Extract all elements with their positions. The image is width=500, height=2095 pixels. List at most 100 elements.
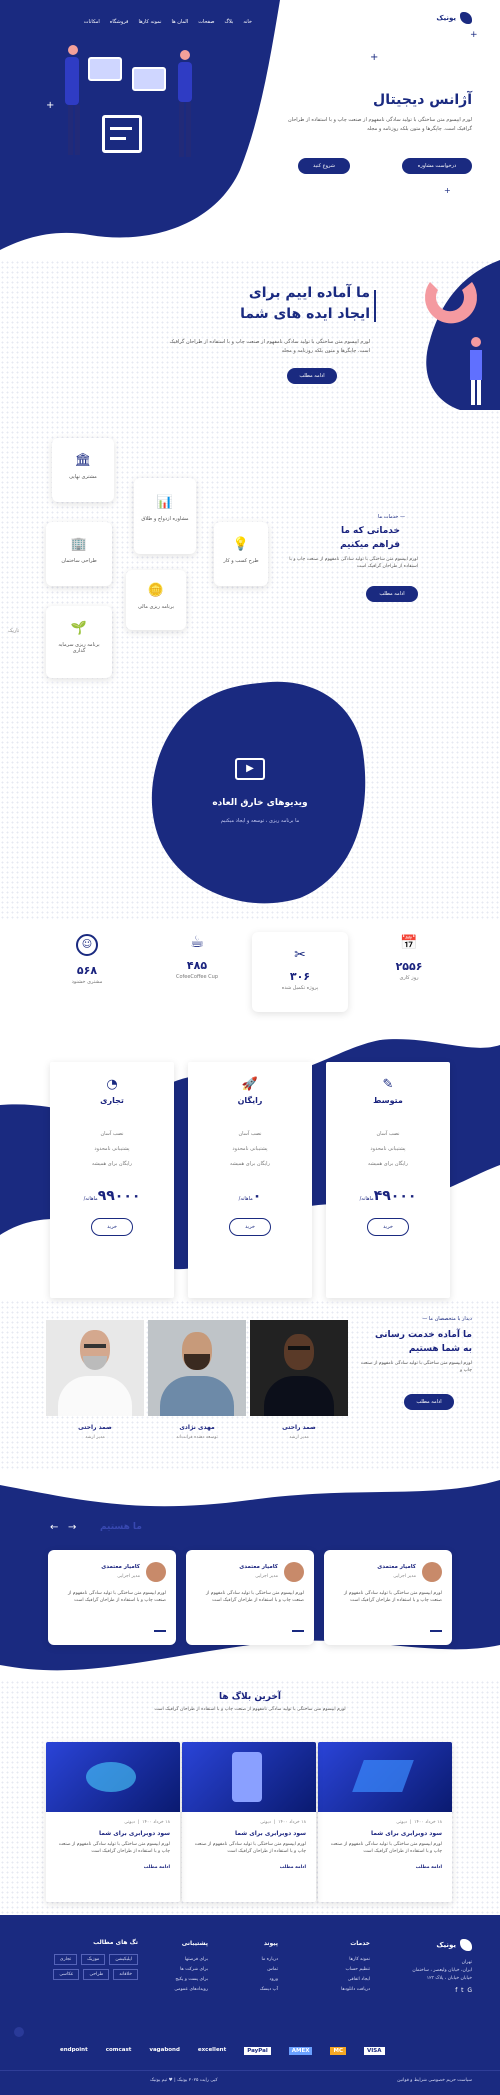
about-title-line1: ما آماده اییم برای (248, 285, 370, 301)
team-section: دیدار با متخصصان ما — ما آماده خدمت رسان… (0, 1300, 500, 1470)
service-card[interactable]: 🏛 مشتری نهایی (52, 438, 114, 502)
title-bar (374, 290, 376, 322)
building-icon: 🏢 (70, 537, 88, 552)
team-title-line2: به شما هستیم (408, 1344, 472, 1354)
tag-chip[interactable]: طراحی (83, 1969, 110, 1980)
blog-image (46, 1742, 180, 1812)
service-card[interactable]: 🌱 برنامه ریزی سرمایه گذاری (46, 606, 112, 678)
logo-icon (460, 12, 472, 24)
brand-logo: AMEX (288, 2047, 313, 2055)
hero-illustration (50, 45, 200, 195)
stat-item: 📅 ۲۵۵۶ روز کاری (395, 935, 423, 981)
team-photo (46, 1320, 144, 1416)
film-icon: ▶ (235, 758, 265, 780)
about-text: لورم ایپسوم متن ساختگی با تولید سادگی نا… (169, 339, 371, 354)
services-title-line2: فراهم میکنیم (340, 540, 400, 550)
footer-about: تهران ایران، خیابان ولیعصر ، ساختمان خیا… (412, 1960, 472, 1994)
video-blob (151, 681, 366, 904)
tag-chip[interactable]: تجاری (53, 1954, 78, 1965)
testimonial-card: کامیار معتمدی مدیر اجرایی لورم ایپسوم مت… (48, 1550, 176, 1645)
footer-link[interactable]: برای فرصتها (174, 1955, 208, 1965)
blog-card[interactable]: ۱۸ خرداد ۱۴۰۰ | دیوتی سود دوبرابری برای … (318, 1742, 452, 1902)
footer-divider (0, 2070, 500, 2071)
facebook-icon[interactable]: f (455, 1987, 457, 1994)
blog-text: لورم ایپسوم متن ساختگی با تولید سادگی نا… (154, 1707, 346, 1712)
nav-blog[interactable]: بلاگ (224, 19, 233, 25)
footer-link[interactable]: ورود (260, 1975, 278, 1985)
pricing-card: ✎ متوسط نصب آسان پشتیبانی نامحدود رایگان… (326, 1062, 450, 1298)
buy-button[interactable]: خرید (91, 1218, 133, 1236)
next-arrow-icon[interactable]: → (68, 1522, 76, 1533)
about-more-button[interactable]: ادامه مطلب (287, 368, 337, 384)
twitter-icon[interactable]: t (461, 1987, 463, 1994)
testimonial-card: کامیار معتمدی مدیر اجرایی لورم ایپسوم مت… (324, 1550, 452, 1645)
plus-icon: + (444, 186, 451, 195)
service-card[interactable]: 📊 مشاوره ازدواج و طلاق (134, 478, 196, 554)
brand-logo: endpoint (60, 2047, 88, 2053)
brand-row: VISA MC AMEX PayPal excellent vagabond c… (60, 2047, 385, 2055)
nav-home[interactable]: خانه (243, 19, 252, 25)
team-more-button[interactable]: ادامه مطلب (404, 1394, 454, 1410)
avatar (146, 1562, 166, 1582)
footer-link[interactable]: دریافت دانلودها (341, 1985, 370, 1995)
footer-link[interactable]: برای پست و پکیج (174, 1975, 208, 1985)
services-tag: — خدمات ما (377, 514, 405, 520)
logo[interactable]: یونیک (436, 12, 472, 24)
footer-link[interactable]: نمونه کارها (341, 1955, 370, 1965)
legal-links[interactable]: سیاست حریم خصوصی شرایط و قوانین (397, 2078, 472, 2083)
video-title: ویدیوهای خارق العاده (212, 798, 308, 808)
nav-features[interactable]: امکانات (84, 19, 100, 25)
pricing-section: ✎ متوسط نصب آسان پشتیبانی نامحدود رایگان… (0, 1030, 500, 1300)
scroll-top-icon[interactable] (14, 2027, 24, 2037)
brand-logo: MC (330, 2047, 346, 2055)
google-icon[interactable]: G (467, 1987, 472, 1994)
buy-button[interactable]: خرید (229, 1218, 271, 1236)
consult-button[interactable]: درخواست مشاوره (402, 158, 472, 174)
side-label: تاریک (8, 628, 20, 634)
footer-col: پیوند درباره ما تماس ورود آپ دیسک (260, 1939, 278, 1995)
tools-icon: ✂ (294, 947, 306, 963)
nav-shop[interactable]: فروشگاه (110, 19, 129, 25)
services-more-button[interactable]: ادامه مطلب (366, 586, 418, 602)
footer-link[interactable]: ایجاد اتفاقی (341, 1975, 370, 1985)
tag-chip[interactable]: خلاقانه (113, 1969, 138, 1980)
service-card[interactable]: 💡 طرح کسب و کار (214, 522, 268, 586)
tag-chip[interactable]: عکاسی (53, 1969, 80, 1980)
nav-elements[interactable]: المان ها (171, 19, 188, 25)
hero-section: یونیک خانه بلاگ صفحات المان ها نمونه کار… (0, 0, 500, 260)
blog-card[interactable]: ۱۸ خرداد ۱۴۰۰ | دیوتی سود دوبرابری برای … (46, 1742, 180, 1902)
footer-link[interactable]: برای شرکت ها (174, 1965, 208, 1975)
footer-col: خدمات نمونه کارها تنظیم حساب ایجاد اتفاق… (341, 1939, 370, 1995)
nav-portfolio[interactable]: نمونه کارها (138, 19, 161, 25)
buy-button[interactable]: خرید (367, 1218, 409, 1236)
team-tag: دیدار با متخصصان ما — (422, 1316, 472, 1322)
read-more-link[interactable]: ادامه مطلب (192, 1865, 306, 1870)
footer: یونیک تهران ایران، خیابان ولیعصر ، ساختم… (0, 1915, 500, 2095)
brand-logo: vagabond (149, 2047, 180, 2053)
start-button[interactable]: شروع کنید (298, 158, 350, 174)
service-card[interactable]: 🪙 برنامه ریزی مالی (126, 570, 186, 630)
nav-pages[interactable]: صفحات (198, 19, 214, 25)
service-card[interactable]: 🏢 طراحی ساختمان (46, 522, 112, 586)
footer-link[interactable]: رویدادهای عمومی (174, 1985, 208, 1995)
footer-link[interactable]: تماس (260, 1965, 278, 1975)
footer-link[interactable]: تنظیم حساب (341, 1965, 371, 1975)
glasses-icon (288, 1346, 310, 1350)
footer-link[interactable]: آپ دیسک (260, 1985, 278, 1995)
calendar-icon: 📅 (400, 935, 418, 951)
read-more-link[interactable]: ادامه مطلب (56, 1865, 170, 1870)
blog-card[interactable]: ۱۸ خرداد ۱۴۰۰ | دیوتی سود دوبرابری برای … (182, 1742, 316, 1902)
brand-logo: comcast (105, 2047, 132, 2053)
tag-chip[interactable]: اپلیکیشن (109, 1954, 138, 1965)
lightbulb-icon: 💡 (232, 537, 250, 552)
footer-logo[interactable]: یونیک (436, 1939, 472, 1951)
prev-arrow-icon[interactable]: ← (50, 1522, 58, 1533)
read-more-link[interactable]: ادامه مطلب (328, 1865, 442, 1870)
plant-money-icon: 🌱 (70, 621, 88, 636)
footer-link[interactable]: درباره ما (260, 1955, 278, 1965)
team-photo (148, 1320, 246, 1416)
copyright: کپی رایت ۲۰۲۵ یونیک | ♥ تیم یونیک (150, 2078, 218, 2083)
video-section: ▶ ویدیوهای خارق العاده ما برنامه ریزی ، … (0, 680, 500, 920)
pencil-icon: ✎ (382, 1077, 394, 1092)
tag-chip[interactable]: موزیک (81, 1954, 106, 1965)
